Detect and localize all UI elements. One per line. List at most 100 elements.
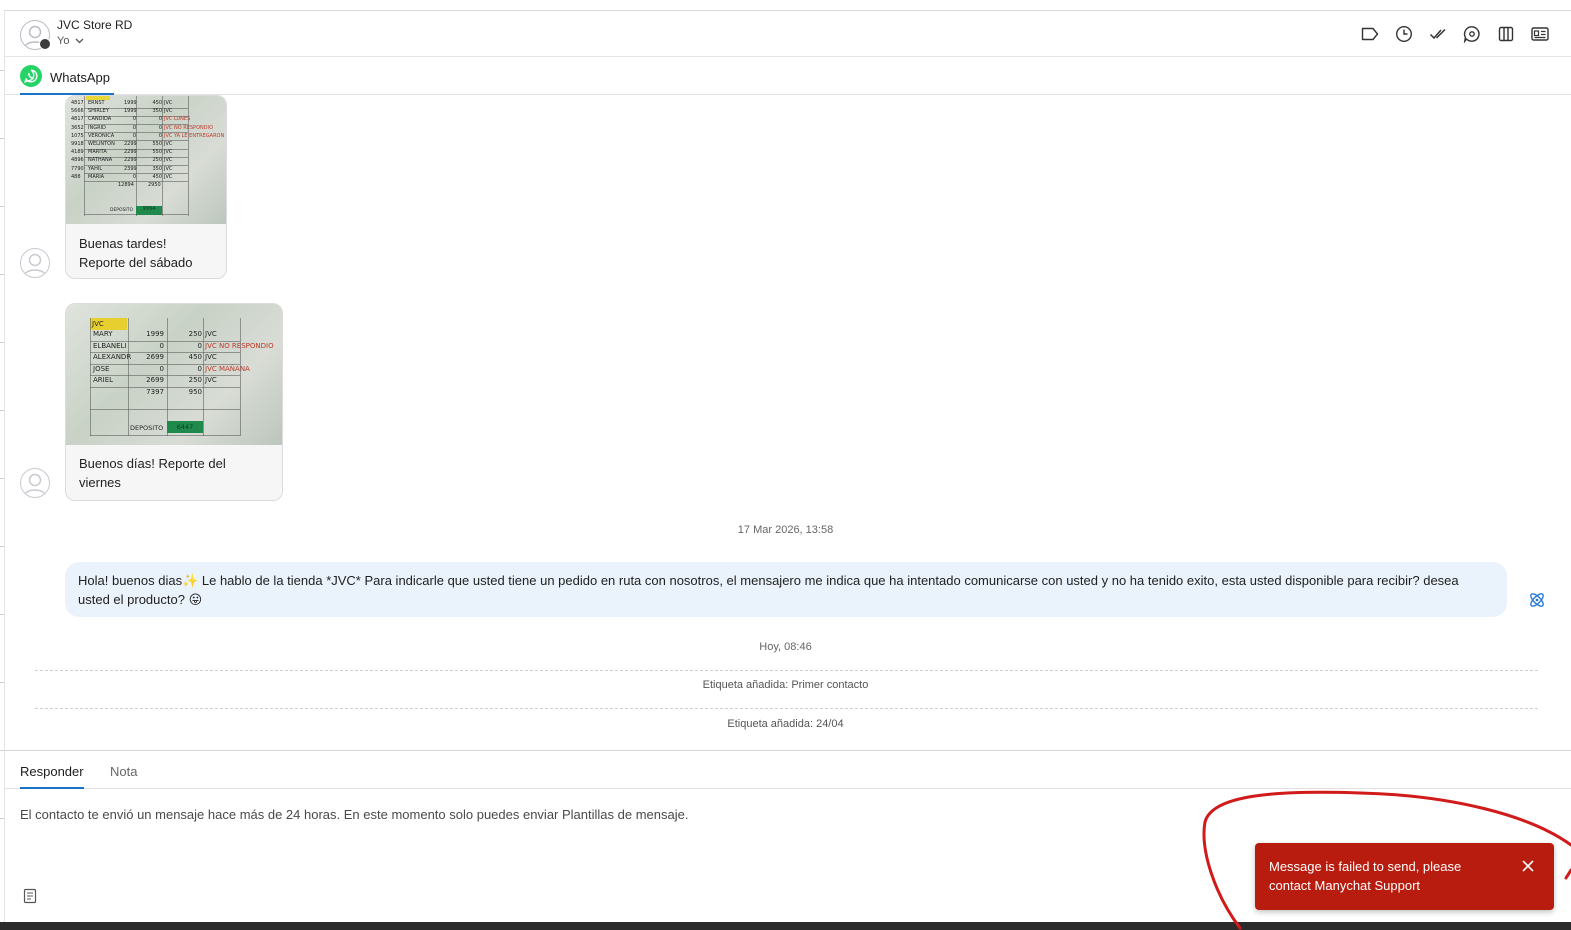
resolve-check-icon[interactable] [1428, 24, 1447, 43]
message-templates-icon[interactable] [23, 888, 38, 904]
sheet-cell-text: 2699 [146, 353, 164, 362]
message-text: Buenos días! Reporte del viernes [79, 456, 226, 490]
sheet-gridline [203, 318, 204, 436]
sheet-cell-text: 4817 [71, 100, 84, 106]
sheet-gridline [136, 96, 137, 216]
snooze-icon[interactable] [1394, 24, 1413, 43]
sheet-cell-text: 4896 [71, 157, 84, 164]
sheet-cell-text: SHIRLEY [88, 108, 109, 115]
sheet-cell-text: 4817 [71, 116, 84, 123]
sheet-cell-text: 1075 [71, 132, 84, 139]
contact-avatar-small [20, 468, 50, 498]
sheet-cell-text: JVC [205, 353, 217, 362]
sheet-cell-text: JVC [205, 376, 217, 385]
sheet-cell-text: MARY [93, 330, 113, 338]
spreadsheet-photo[interactable]: JVC MARY 1999 250 JVC ELBANELI 0 0 JVC NO RESPON… [66, 304, 282, 445]
event-label: Etiqueta añadida: 24/04 [727, 718, 844, 730]
sheet-cell-text: JVC [164, 165, 173, 172]
sheet-total-right: 2950 [148, 182, 161, 188]
sheet-cell-text: 250 [188, 376, 202, 385]
window-expired-notice: El contacto te envió un mensaje hace más… [20, 807, 689, 822]
tab-note[interactable]: Nota [110, 764, 137, 787]
sheet-cell-text: 350 [152, 108, 162, 115]
sheet-gridline [90, 435, 240, 436]
sheet-cell-text: 0 [197, 364, 202, 373]
contact-avatar-small [20, 248, 50, 278]
spreadsheet-photo[interactable]: 4817 ERNST 1999 450 JVC 5666 SHIRLEY 1999 350 JVC… [66, 96, 226, 224]
close-icon[interactable] [1521, 859, 1535, 873]
sheet-cell-text: 0 [159, 341, 164, 350]
contact-card-icon[interactable] [1530, 24, 1549, 43]
assignee-label: Yo [57, 35, 70, 47]
sheet-cell-text: 450 [152, 100, 162, 106]
sheet-cell-text: 0 [132, 116, 136, 123]
sheet-deposit-label: DEPOSITO [130, 424, 164, 432]
toast-message: Message is failed to send, please contac… [1269, 859, 1462, 893]
sheet-cell-text: 1999 [124, 100, 137, 106]
sheet-cell-text: WELINTON [88, 141, 115, 147]
sheet-cell-text: 9918 [71, 141, 84, 147]
sheet-deposit-value: 9994 [136, 206, 162, 215]
sheet-cell-text: 0 [159, 364, 164, 373]
sheet-gridline [90, 409, 240, 410]
contact-name[interactable]: JVC Store RD [57, 18, 132, 32]
sheet-cell-text: 7790 [71, 165, 84, 172]
sheet-cell-text: 0 [158, 116, 162, 123]
sheet-total-left: 12894 [118, 182, 134, 188]
sheet-cell-text: VERONICA [88, 132, 115, 139]
sheet-cell-text: INGRID [88, 124, 106, 131]
channel-label: WhatsApp [50, 70, 110, 85]
sheet-cell-text: ERNST [88, 100, 105, 106]
sheet-deposit-label: DEPOSITO [110, 208, 134, 213]
sheet-cell-text: 0 [197, 341, 202, 350]
sheet-cell-text: 2299 [124, 149, 137, 156]
sheet-cell-text: 1999 [124, 108, 137, 115]
sheet-cell-text: JVC YA LE ENTREGARON [164, 132, 225, 139]
sheet-cell-text: JVC [164, 173, 173, 180]
sheet-cell-text: JVC [164, 100, 173, 106]
sheet-cell-text: 1999 [146, 330, 164, 338]
sheet-cell-text: ARIEL [93, 376, 114, 385]
event-divider [35, 670, 1538, 671]
chat-bubble-icon[interactable] [1462, 24, 1481, 43]
sheet-gridline [240, 318, 241, 436]
sheet-gridline [90, 318, 91, 436]
image-message-card[interactable]: 4817 ERNST 1999 450 JVC 5666 SHIRLEY 1999 350 JVC… [65, 95, 227, 279]
sheet-cell-text: 2699 [146, 376, 164, 385]
sheet-cell-text: MARITA [88, 149, 107, 156]
sheet-cell-text: JVC [164, 157, 173, 164]
sheet-cell-text: JOSE [93, 364, 110, 373]
image-message-card[interactable]: JVC MARY 1999 250 JVC ELBANELI 0 0 JVC NO RESPON… [65, 303, 283, 501]
sheet-gridline [84, 96, 85, 216]
message-text: Buenas tardes! Reporte del sábado [79, 236, 193, 270]
error-toast: Message is failed to send, please contac… [1255, 843, 1554, 910]
date-separator: 17 Mar 2026, 13:58 [737, 524, 834, 536]
sheet-gridline [90, 386, 240, 388]
sheet-total-left: 7397 [146, 388, 164, 396]
event-label: Etiqueta añadida: Primer contacto [702, 679, 869, 691]
sheet-gridline [128, 318, 129, 436]
sheet-cell-text: 550 [152, 141, 162, 147]
assignee-dropdown[interactable]: Yo [57, 35, 84, 47]
sheet-gridline [162, 96, 163, 216]
tab-reply[interactable]: Responder [20, 764, 84, 789]
sheet-cell-text: JVC [205, 330, 217, 338]
chevron-down-icon [75, 35, 84, 47]
sheet-cell-text: 2399 [124, 165, 137, 172]
sheet-cell-text: 2299 [124, 141, 137, 147]
conversation-header: JVC Store RD Yo [5, 11, 1571, 57]
tab-whatsapp[interactable]: WhatsApp [20, 65, 114, 95]
columns-icon[interactable] [1496, 24, 1515, 43]
tag-icon[interactable] [1360, 24, 1379, 43]
channel-badge-icon [39, 38, 51, 50]
sheet-cell-text: 0 [158, 124, 162, 131]
event-divider [35, 708, 1538, 709]
sheet-total-right: 950 [188, 388, 202, 396]
sheet-gridline [188, 96, 189, 216]
sheet-cell-text: 0 [158, 132, 162, 139]
sheet-cell-text: 2299 [124, 157, 137, 164]
automation-bot-icon[interactable] [1527, 590, 1547, 610]
sheet-cell-text: 550 [152, 149, 162, 156]
sheet-cell-text: 0 [132, 132, 136, 139]
outgoing-message[interactable]: Hola! buenos dias✨ Le hablo de la tienda… [65, 562, 1507, 617]
